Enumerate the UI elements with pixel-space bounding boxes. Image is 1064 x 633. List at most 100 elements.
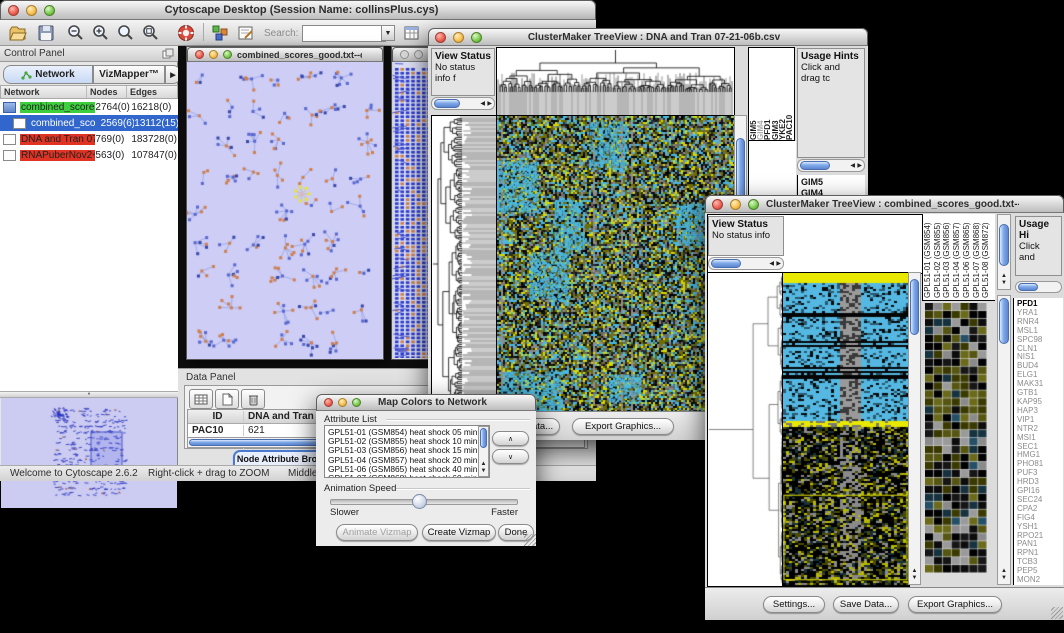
labels-vscrollbar[interactable]: ▲ ▼ <box>997 214 1011 290</box>
vscroll-thumb[interactable] <box>480 428 487 448</box>
gene-item[interactable]: GIM5 <box>801 177 865 188</box>
scroll-right-arrow[interactable]: ▶ <box>776 261 781 268</box>
help-lifesaver-icon[interactable] <box>176 23 196 43</box>
usage-hints-scrollbar[interactable] <box>1015 281 1062 293</box>
minimize-button[interactable] <box>730 199 741 210</box>
zoom-vscrollbar[interactable]: ▲ ▼ <box>997 295 1011 585</box>
scroll-down-arrow[interactable]: ▼ <box>998 280 1010 287</box>
export-graphics-button[interactable]: Export Graphics... <box>572 418 674 435</box>
scroll-thumb[interactable] <box>711 259 741 268</box>
tab-network[interactable]: Network <box>3 65 93 84</box>
scroll-left-arrow[interactable]: ◀ <box>769 261 774 268</box>
move-down-button[interactable]: ∨ <box>492 449 529 464</box>
network-row[interactable]: combined_sco 2569(6) 13112(15) <box>0 115 178 131</box>
animate-vizmap-button[interactable]: Animate Vizmap <box>336 524 418 541</box>
close-button[interactable] <box>324 398 333 407</box>
save-data-button[interactable]: Save Data... <box>833 596 899 613</box>
network-row[interactable]: RNAPuberNov2+ 563(0) 107847(0) <box>0 147 178 163</box>
table-icon[interactable] <box>189 389 213 409</box>
frame-a-titlebar[interactable]: combined_scores_good.txt--cluste... <box>187 47 383 62</box>
zoom-out-icon[interactable] <box>66 23 86 43</box>
treeview2-status-scrollbar[interactable]: ◀ ▶ <box>708 257 784 270</box>
zoom-button[interactable] <box>471 32 482 43</box>
gene-item[interactable]: MON2 <box>1017 576 1063 585</box>
close-button[interactable] <box>435 32 446 43</box>
save-icon[interactable] <box>36 23 56 43</box>
tab-vizmapper[interactable]: VizMapper™ <box>93 65 165 84</box>
vscroll-thumb[interactable] <box>999 224 1009 266</box>
minimize-button[interactable] <box>453 32 464 43</box>
resize-grip[interactable] <box>1051 607 1063 619</box>
open-folder-icon[interactable] <box>8 23 28 43</box>
column-dendrogram-canvas[interactable] <box>496 47 735 116</box>
create-vizmap-button[interactable]: Create Vizmap <box>422 524 496 541</box>
scroll-left-arrow[interactable]: ◀ <box>850 163 855 170</box>
treeview2-button-bar: Settings... Save Data... Export Graphics… <box>705 587 1064 620</box>
treeview2-titlebar[interactable]: ClusterMaker TreeView : combined_scores_… <box>705 195 1064 213</box>
scroll-up-arrow[interactable]: ▲ <box>998 273 1010 280</box>
close-button[interactable] <box>712 199 723 210</box>
network-overview-canvas[interactable] <box>1 398 177 508</box>
new-doc-icon[interactable] <box>215 389 239 409</box>
attribute-item[interactable]: GPL51-07 (GSM868) heat shock 60 min <box>328 474 489 478</box>
heatmap-canvas[interactable] <box>496 115 735 413</box>
minimize-button[interactable] <box>209 50 218 59</box>
scroll-right-arrow[interactable]: ▶ <box>857 163 862 170</box>
scroll-thumb[interactable] <box>434 99 460 108</box>
annotation-icon[interactable] <box>236 23 256 43</box>
treeview1-titlebar[interactable]: ClusterMaker TreeView : DNA and Tran 07-… <box>428 28 868 46</box>
dialog-titlebar[interactable]: Map Colors to Network <box>316 394 536 411</box>
experiment-label: GPL51-03 (GSM856) <box>943 215 953 298</box>
scroll-up-arrow[interactable]: ▲ <box>909 568 920 575</box>
row-dendrogram-canvas[interactable] <box>431 115 497 413</box>
trash-icon[interactable] <box>241 389 265 409</box>
zoom-in-icon[interactable] <box>91 23 111 43</box>
close-button[interactable] <box>8 5 19 16</box>
scroll-right-arrow[interactable]: ▶ <box>487 101 492 108</box>
main-titlebar[interactable]: Cytoscape Desktop (Session Name: collins… <box>0 0 596 20</box>
create-node-icon[interactable] <box>210 23 230 43</box>
row-dendrogram-canvas[interactable] <box>707 272 783 587</box>
search-dropdown-arrow[interactable]: ▼ <box>381 25 395 41</box>
zoom-fit-icon[interactable] <box>141 23 161 43</box>
scroll-up-arrow[interactable]: ▲ <box>479 461 488 468</box>
move-up-button[interactable]: ∧ <box>492 431 529 446</box>
attribute-browser-icon[interactable] <box>402 23 422 43</box>
treeview1-status-scrollbar[interactable]: ◀ ▶ <box>431 97 495 110</box>
usage-hints-scrollbar[interactable]: ◀ ▶ <box>797 159 865 172</box>
scroll-left-arrow[interactable]: ◀ <box>480 101 485 108</box>
export-graphics-button[interactable]: Export Graphics... <box>908 596 1002 613</box>
vscroll-thumb[interactable] <box>999 298 1009 344</box>
resize-grip[interactable] <box>524 534 536 546</box>
scroll-down-arrow[interactable]: ▼ <box>479 468 488 475</box>
scroll-down-arrow[interactable]: ▼ <box>998 575 1010 582</box>
minimize-button[interactable] <box>26 5 37 16</box>
search-input[interactable] <box>302 25 386 42</box>
settings-button[interactable]: Settings... <box>763 596 825 613</box>
float-panel-icon[interactable] <box>162 48 174 59</box>
zoom-button[interactable] <box>223 50 232 59</box>
minimize-button[interactable] <box>338 398 347 407</box>
attribute-list-scrollbar[interactable]: ▲ ▼ <box>478 426 489 477</box>
heatmap-strip-canvas[interactable] <box>782 272 910 587</box>
minimize-button[interactable] <box>414 50 423 59</box>
network-view-a-canvas[interactable] <box>187 62 383 359</box>
zoom-button[interactable] <box>44 5 55 16</box>
heatmap-vscrollbar[interactable]: ▲ ▼ <box>908 272 921 585</box>
scroll-thumb[interactable] <box>800 161 830 170</box>
frame-a-controls <box>188 50 237 59</box>
scroll-thumb[interactable] <box>1018 283 1038 291</box>
scroll-up-arrow[interactable]: ▲ <box>998 568 1010 575</box>
zoom-button[interactable] <box>748 199 759 210</box>
zoom-button[interactable] <box>352 398 361 407</box>
network-row[interactable]: DNA and Tran 07 769(0) 183728(0) <box>0 131 178 147</box>
vscroll-thumb[interactable] <box>910 279 919 335</box>
close-button[interactable] <box>195 50 204 59</box>
network-row[interactable]: combined_scores 2764(0) 16218(0) <box>0 99 178 115</box>
panel-splitter[interactable]: ● <box>0 391 178 398</box>
zoom-heatmap-canvas[interactable] <box>925 303 987 573</box>
scroll-down-arrow[interactable]: ▼ <box>909 575 920 582</box>
zoom-actual-icon[interactable] <box>116 23 136 43</box>
close-button[interactable] <box>400 50 409 59</box>
slider-thumb[interactable] <box>412 494 427 509</box>
